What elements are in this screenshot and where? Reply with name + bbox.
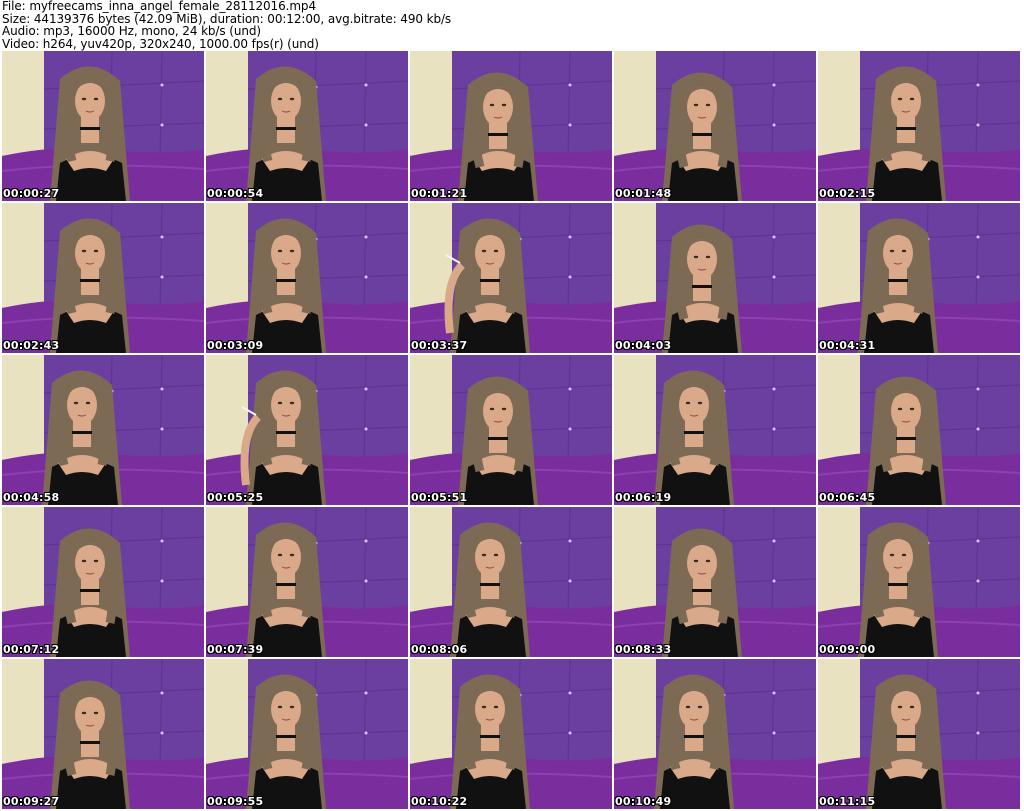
video-thumbnail[interactable]: 00:09:55	[206, 659, 408, 809]
thumbnail-timestamp: 00:10:49	[615, 795, 672, 808]
video-thumbnail[interactable]: 00:11:15	[818, 659, 1020, 809]
video-thumbnail[interactable]: 00:01:48	[614, 51, 816, 201]
thumbnail-timestamp: 00:03:37	[411, 339, 468, 352]
thumbnail-timestamp: 00:08:33	[615, 643, 672, 656]
thumbnail-timestamp: 00:03:09	[207, 339, 264, 352]
webcam-frame-image	[2, 51, 204, 201]
webcam-frame-image	[206, 203, 408, 353]
webcam-frame-image	[818, 659, 1020, 809]
webcam-frame-image	[206, 51, 408, 201]
video-thumbnail[interactable]: 00:07:12	[2, 507, 204, 657]
webcam-frame-image	[410, 355, 612, 505]
thumbnail-timestamp: 00:09:00	[819, 643, 876, 656]
video-thumbnail[interactable]: 00:10:49	[614, 659, 816, 809]
video-thumbnail[interactable]: 00:05:25	[206, 355, 408, 505]
thumbnail-timestamp: 00:04:58	[3, 491, 60, 504]
webcam-frame-image	[2, 355, 204, 505]
thumbnail-timestamp: 00:05:25	[207, 491, 264, 504]
webcam-frame-image	[410, 507, 612, 657]
thumbnail-timestamp: 00:00:27	[3, 187, 60, 200]
thumbnail-timestamp: 00:08:06	[411, 643, 468, 656]
thumbnail-timestamp: 00:00:54	[207, 187, 264, 200]
thumbnail-timestamp: 00:09:27	[3, 795, 60, 808]
webcam-frame-image	[2, 659, 204, 809]
thumbnail-timestamp: 00:07:39	[207, 643, 264, 656]
webcam-frame-image	[410, 203, 612, 353]
video-thumbnail[interactable]: 00:04:03	[614, 203, 816, 353]
webcam-frame-image	[818, 507, 1020, 657]
thumbnail-timestamp: 00:01:48	[615, 187, 672, 200]
video-thumbnail[interactable]: 00:02:43	[2, 203, 204, 353]
thumbnail-timestamp: 00:10:22	[411, 795, 468, 808]
webcam-frame-image	[818, 203, 1020, 353]
webcam-frame-image	[614, 507, 816, 657]
webcam-frame-image	[614, 355, 816, 505]
thumbnail-timestamp: 00:11:15	[819, 795, 876, 808]
webcam-frame-image	[2, 203, 204, 353]
audio-info-line: Audio: mp3, 16000 Hz, mono, 24 kb/s (und…	[2, 24, 261, 38]
thumbnail-grid: 00:00:27 00:00:54 00:01:21 00:01:48 00:0…	[2, 51, 1024, 811]
thumbnail-timestamp: 00:09:55	[207, 795, 264, 808]
video-thumbnail[interactable]: 00:10:22	[410, 659, 612, 809]
video-thumbnail[interactable]: 00:04:58	[2, 355, 204, 505]
file-info-header: File: myfreecams_inna_angel_female_28112…	[2, 0, 1022, 50]
webcam-frame-image	[818, 355, 1020, 505]
video-thumbnail[interactable]: 00:00:54	[206, 51, 408, 201]
video-thumbnail[interactable]: 00:08:06	[410, 507, 612, 657]
video-thumbnail[interactable]: 00:09:27	[2, 659, 204, 809]
file-name-line: File: myfreecams_inna_angel_female_28112…	[2, 0, 316, 13]
webcam-frame-image	[206, 659, 408, 809]
webcam-frame-image	[614, 51, 816, 201]
webcam-frame-image	[614, 203, 816, 353]
thumbnail-timestamp: 00:01:21	[411, 187, 468, 200]
webcam-frame-image	[2, 507, 204, 657]
thumbnail-timestamp: 00:06:45	[819, 491, 876, 504]
thumbnail-timestamp: 00:04:03	[615, 339, 672, 352]
thumbnail-timestamp: 00:05:51	[411, 491, 468, 504]
video-thumbnail[interactable]: 00:07:39	[206, 507, 408, 657]
webcam-frame-image	[818, 51, 1020, 201]
video-thumbnail[interactable]: 00:08:33	[614, 507, 816, 657]
video-thumbnail[interactable]: 00:00:27	[2, 51, 204, 201]
video-thumbnail[interactable]: 00:04:31	[818, 203, 1020, 353]
webcam-frame-image	[410, 51, 612, 201]
thumbnail-timestamp: 00:04:31	[819, 339, 876, 352]
thumbnail-timestamp: 00:02:43	[3, 339, 60, 352]
thumbnail-timestamp: 00:06:19	[615, 491, 672, 504]
video-thumbnail[interactable]: 00:02:15	[818, 51, 1020, 201]
video-thumbnail[interactable]: 00:09:00	[818, 507, 1020, 657]
webcam-frame-image	[206, 355, 408, 505]
video-thumbnail[interactable]: 00:03:09	[206, 203, 408, 353]
webcam-frame-image	[206, 507, 408, 657]
thumbnail-timestamp: 00:07:12	[3, 643, 60, 656]
video-thumbnail[interactable]: 00:06:45	[818, 355, 1020, 505]
video-thumbnail[interactable]: 00:06:19	[614, 355, 816, 505]
webcam-frame-image	[614, 659, 816, 809]
video-thumbnail[interactable]: 00:05:51	[410, 355, 612, 505]
video-thumbnail[interactable]: 00:01:21	[410, 51, 612, 201]
thumbnail-timestamp: 00:02:15	[819, 187, 876, 200]
video-thumbnail[interactable]: 00:03:37	[410, 203, 612, 353]
webcam-frame-image	[410, 659, 612, 809]
video-info-line: Video: h264, yuv420p, 320x240, 1000.00 f…	[2, 36, 319, 51]
